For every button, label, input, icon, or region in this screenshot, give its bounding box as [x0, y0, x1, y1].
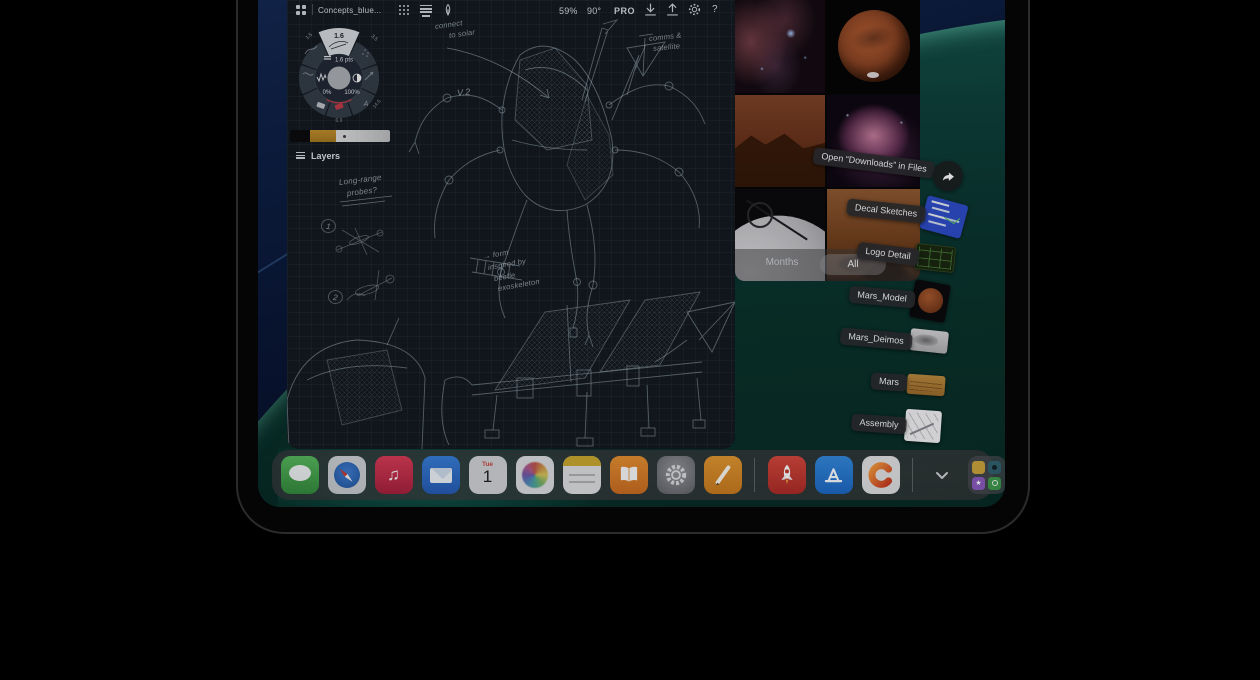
drag-item-thumbnail-pencil-sketch[interactable] — [909, 328, 949, 354]
drag-item-label[interactable]: Logo Detail — [856, 242, 919, 266]
drag-item-label[interactable]: Assembly — [851, 414, 907, 435]
share-arrow-badge[interactable] — [933, 161, 963, 191]
drag-item-thumbnail-white-sketch[interactable] — [904, 409, 942, 443]
drag-layer: Open “Downloads” in Files Decal Sketches… — [258, 0, 1005, 507]
stage: connectto solarcomms &satelliteV.2Long-r… — [0, 0, 1260, 680]
drag-item-label[interactable]: Decal Sketches — [846, 198, 926, 223]
drag-item-thumbnail-blue-decal[interactable] — [919, 195, 968, 239]
drag-item-label[interactable]: Mars_Deimos — [840, 327, 913, 350]
drag-item-label[interactable]: Mars — [870, 372, 907, 391]
drag-item-thumbnail-mars-planet[interactable] — [909, 279, 951, 323]
drag-item-thumbnail-tan-sketch[interactable] — [906, 374, 945, 397]
drag-action-label[interactable]: Open “Downloads” in Files — [812, 147, 935, 179]
forward-arrow-icon — [938, 168, 958, 185]
ipad-screen: connectto solarcomms &satelliteV.2Long-r… — [258, 0, 1005, 507]
drag-item-thumbnail-green-wireframe[interactable] — [914, 243, 956, 273]
drag-item-label[interactable]: Mars_Model — [849, 286, 916, 309]
